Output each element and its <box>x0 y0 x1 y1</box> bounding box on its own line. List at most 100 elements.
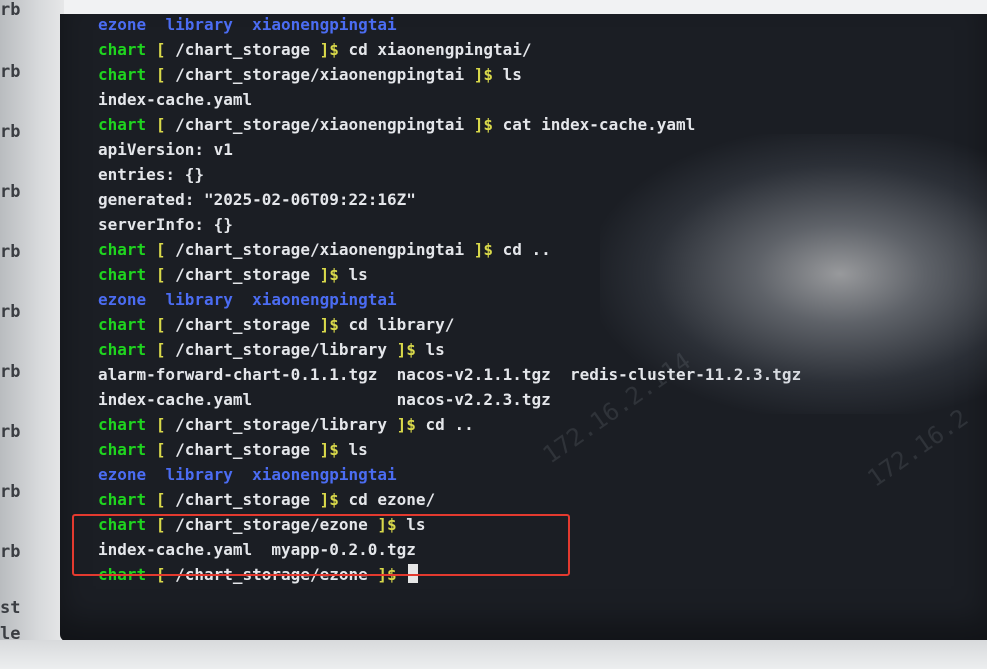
prompt-bracket-open: [ <box>155 115 166 134</box>
output-text: alarm-forward-chart-0.1.1.tgz nacos-v2.1… <box>98 365 802 384</box>
background-text-fragment: rb <box>0 62 21 82</box>
background-text-fragment: rb <box>0 542 21 562</box>
prompt-user: chart <box>98 490 147 509</box>
background-text-fragment: rb <box>0 302 21 322</box>
prompt-bracket-close: ]$ <box>319 40 339 59</box>
prompt-user: chart <box>98 40 147 59</box>
directory-name: library <box>165 290 233 309</box>
prompt-path: /chart_storage <box>165 265 320 284</box>
directory-name: xiaonengpingtai <box>252 15 397 34</box>
screen-bottom-edge <box>0 640 987 669</box>
background-text-fragment: rb <box>0 422 21 442</box>
prompt-bracket-close: ]$ <box>473 65 493 84</box>
directory-name: ezone <box>98 15 147 34</box>
command-text: cat index-cache.yaml <box>492 115 696 134</box>
background-text-fragment: rb <box>0 182 21 202</box>
background-text-fragment: rb <box>0 0 21 20</box>
directory-name: xiaonengpingtai <box>252 290 397 309</box>
prompt-user: chart <box>98 65 147 84</box>
terminal-line: chart [ /chart_storage/xiaonengpingtai ]… <box>98 237 801 262</box>
screen-top-edge <box>0 0 987 14</box>
prompt-user: chart <box>98 265 147 284</box>
output-text: index-cache.yaml <box>98 90 253 109</box>
prompt-user: chart <box>98 315 147 334</box>
prompt-bracket-close: ]$ <box>396 415 416 434</box>
prompt-path: /chart_storage/xiaonengpingtai <box>165 115 474 134</box>
command-text: cd ezone/ <box>338 490 436 509</box>
prompt-bracket-close: ]$ <box>319 315 339 334</box>
prompt-user: chart <box>98 415 147 434</box>
prompt-path: /chart_storage/xiaonengpingtai <box>165 240 474 259</box>
prompt-bracket-open: [ <box>155 440 166 459</box>
command-text: cd .. <box>415 415 474 434</box>
highlight-annotation-box <box>72 514 570 576</box>
background-text-fragment: rb <box>0 482 21 502</box>
directory-name: library <box>165 465 233 484</box>
terminal-line: entries: {} <box>98 162 801 187</box>
output-text: apiVersion: v1 <box>98 140 233 159</box>
prompt-path: /chart_storage <box>165 315 320 334</box>
directory-name: ezone <box>98 465 147 484</box>
output-text: index-cache.yaml nacos-v2.2.3.tgz <box>98 390 551 409</box>
prompt-bracket-close: ]$ <box>473 115 493 134</box>
prompt-path: /chart_storage <box>165 490 320 509</box>
terminal-line: index-cache.yaml nacos-v2.2.3.tgz <box>98 387 801 412</box>
terminal-line: chart [ /chart_storage/library ]$ cd .. <box>98 412 801 437</box>
prompt-user: chart <box>98 340 147 359</box>
terminal-line: generated: "2025-02-06T09:22:16Z" <box>98 187 801 212</box>
command-text: ls <box>338 440 368 459</box>
terminal-line: chart [ /chart_storage ]$ ls <box>98 262 801 287</box>
prompt-bracket-open: [ <box>155 65 166 84</box>
prompt-user: chart <box>98 440 147 459</box>
prompt-bracket-close: ]$ <box>319 490 339 509</box>
command-text: cd .. <box>492 240 551 259</box>
prompt-bracket-close: ]$ <box>473 240 493 259</box>
terminal-line: index-cache.yaml <box>98 87 801 112</box>
prompt-bracket-open: [ <box>155 265 166 284</box>
directory-name: ezone <box>98 290 147 309</box>
terminal-line: alarm-forward-chart-0.1.1.tgz nacos-v2.1… <box>98 362 801 387</box>
prompt-path: /chart_storage <box>165 440 320 459</box>
directory-name: xiaonengpingtai <box>252 465 397 484</box>
output-text: entries: {} <box>98 165 204 184</box>
background-text-fragment: st <box>0 598 21 618</box>
prompt-user: chart <box>98 240 147 259</box>
command-text: ls <box>338 265 368 284</box>
terminal-line: chart [ /chart_storage/library ]$ ls <box>98 337 801 362</box>
prompt-bracket-close: ]$ <box>319 440 339 459</box>
prompt-bracket-open: [ <box>155 40 166 59</box>
prompt-bracket-close: ]$ <box>319 265 339 284</box>
prompt-path: /chart_storage/library <box>165 340 397 359</box>
terminal-line: serverInfo: {} <box>98 212 801 237</box>
terminal-line: chart [ /chart_storage ]$ cd library/ <box>98 312 801 337</box>
prompt-bracket-close: ]$ <box>396 340 416 359</box>
terminal-line: chart [ /chart_storage ]$ cd ezone/ <box>98 487 801 512</box>
prompt-bracket-open: [ <box>155 240 166 259</box>
background-text-fragment: rb <box>0 242 21 262</box>
prompt-path: /chart_storage/xiaonengpingtai <box>165 65 474 84</box>
command-text: ls <box>492 65 522 84</box>
terminal-line: ezone library xiaonengpingtai <box>98 14 801 37</box>
command-text: cd library/ <box>338 315 455 334</box>
command-text: ls <box>415 340 445 359</box>
prompt-bracket-open: [ <box>155 490 166 509</box>
terminal-line: ezone library xiaonengpingtai <box>98 462 801 487</box>
prompt-bracket-open: [ <box>155 315 166 334</box>
output-text: generated: "2025-02-06T09:22:16Z" <box>98 190 416 209</box>
watermark-text: 172.16.2 <box>862 403 974 493</box>
terminal-line: ezone library xiaonengpingtai <box>98 287 801 312</box>
terminal-output[interactable]: ezone library xiaonengpingtai chart [ /ch… <box>98 14 801 587</box>
background-text-fragment: rb <box>0 362 21 382</box>
background-text-fragment: rb <box>0 122 21 142</box>
terminal-line: chart [ /chart_storage ]$ cd xiaonengpin… <box>98 37 801 62</box>
prompt-path: /chart_storage/library <box>165 415 397 434</box>
terminal-line: chart [ /chart_storage ]$ ls <box>98 437 801 462</box>
command-text: cd xiaonengpingtai/ <box>338 40 532 59</box>
terminal-line: chart [ /chart_storage/xiaonengpingtai ]… <box>98 62 801 87</box>
directory-name: library <box>165 15 233 34</box>
terminal-line: chart [ /chart_storage/xiaonengpingtai ]… <box>98 112 801 137</box>
prompt-user: chart <box>98 115 147 134</box>
output-text: serverInfo: {} <box>98 215 233 234</box>
background-window-edge <box>0 0 64 669</box>
prompt-bracket-open: [ <box>155 415 166 434</box>
